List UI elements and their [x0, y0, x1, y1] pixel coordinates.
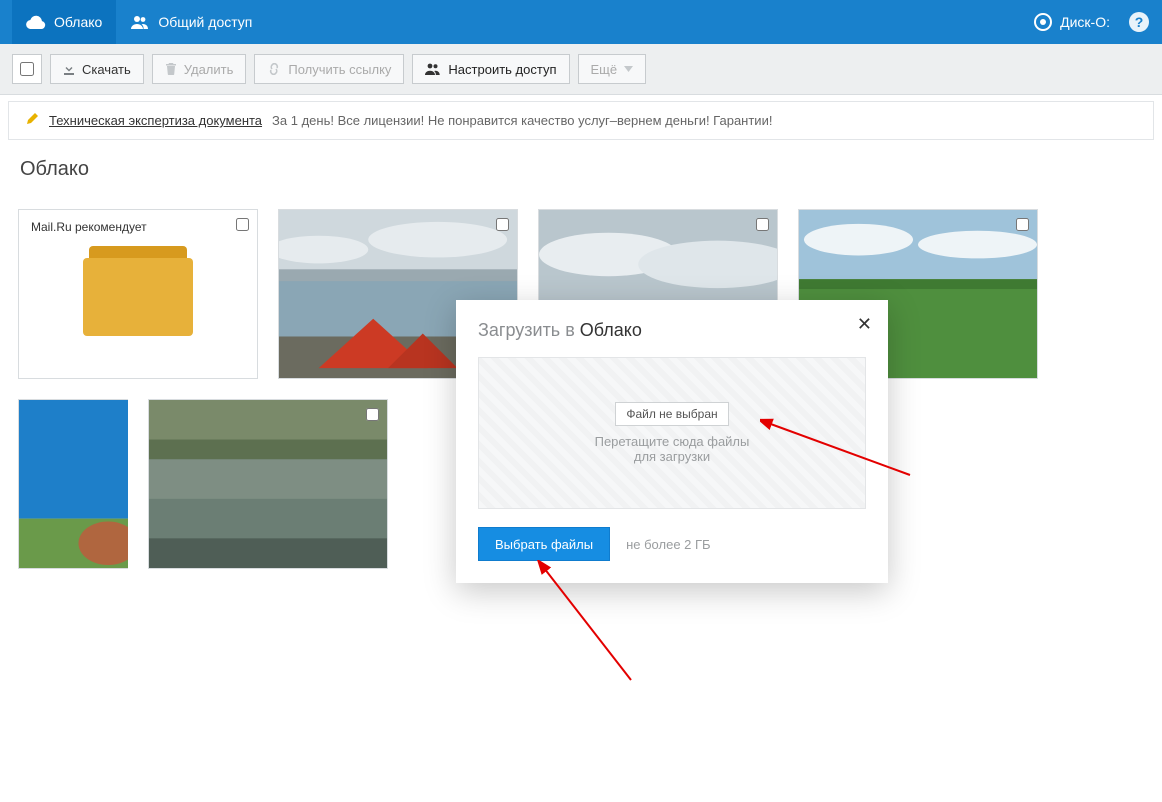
download-label: Скачать	[82, 63, 131, 76]
people-small-icon	[425, 63, 441, 75]
toolbar: Скачать Удалить Получить ссылку Настроит…	[0, 44, 1162, 95]
upload-modal: ✕ Загрузить в Облако Файл не выбран Пере…	[456, 300, 888, 583]
pen-icon	[25, 112, 39, 129]
breadcrumb-title: Облако	[0, 140, 1162, 197]
tile-folder-title: Mail.Ru рекомендует	[31, 220, 245, 234]
promo-banner: Техническая экспертиза документа За 1 де…	[8, 101, 1154, 140]
cloud-icon	[26, 15, 46, 29]
trash-icon	[165, 63, 177, 75]
tile-folder-recommended[interactable]: Mail.Ru рекомендует	[18, 209, 258, 379]
dropzone[interactable]: Файл не выбран Перетащите сюда файлы для…	[478, 357, 866, 509]
tab-shared[interactable]: Общий доступ	[116, 0, 266, 44]
topbar: Облако Общий доступ Диск-О: ?	[0, 0, 1162, 44]
folder-icon	[83, 246, 193, 336]
more-button[interactable]: Ещё	[578, 54, 647, 84]
size-limit-hint: не более 2 ГБ	[626, 537, 710, 552]
thumbnail-image	[149, 400, 387, 568]
modal-title-prefix: Загрузить в	[478, 320, 580, 340]
modal-title: Загрузить в Облако	[478, 320, 866, 341]
people-icon	[130, 15, 150, 29]
tile-photo-5[interactable]	[148, 399, 388, 569]
link-icon	[267, 63, 281, 75]
configure-access-button[interactable]: Настроить доступ	[412, 54, 569, 84]
modal-close-button[interactable]: ✕	[857, 314, 872, 335]
get-link-label: Получить ссылку	[288, 63, 391, 76]
tab-cloud-label: Облако	[54, 14, 102, 30]
tile-checkbox[interactable]	[366, 408, 379, 421]
help-icon[interactable]: ?	[1128, 11, 1150, 33]
dropzone-text: Перетащите сюда файлы для загрузки	[595, 434, 750, 464]
chevron-down-icon	[624, 66, 633, 72]
disk-o-label: Диск-О:	[1060, 14, 1110, 30]
tile-photo-4[interactable]	[18, 399, 128, 569]
tab-shared-label: Общий доступ	[158, 14, 252, 30]
tile-checkbox[interactable]	[496, 218, 509, 231]
tab-cloud[interactable]: Облако	[12, 0, 116, 44]
promo-link[interactable]: Техническая экспертиза документа	[49, 113, 262, 128]
promo-text: За 1 день! Все лицензии! Не понравится к…	[272, 113, 772, 128]
download-button[interactable]: Скачать	[50, 54, 144, 84]
thumbnail-image	[19, 400, 128, 568]
select-all-checkbox[interactable]	[12, 54, 42, 84]
modal-title-target: Облако	[580, 320, 642, 340]
delete-button[interactable]: Удалить	[152, 54, 247, 84]
download-icon	[63, 63, 75, 75]
select-files-button[interactable]: Выбрать файлы	[478, 527, 610, 561]
tile-checkbox[interactable]	[1016, 218, 1029, 231]
more-label: Ещё	[591, 63, 618, 76]
tile-checkbox[interactable]	[756, 218, 769, 231]
disk-o-link[interactable]: Диск-О:	[1028, 13, 1116, 31]
configure-access-label: Настроить доступ	[448, 63, 556, 76]
get-link-button[interactable]: Получить ссылку	[254, 54, 404, 84]
tile-checkbox[interactable]	[236, 218, 249, 231]
svg-text:?: ?	[1135, 14, 1144, 30]
disk-o-icon	[1034, 13, 1052, 31]
delete-label: Удалить	[184, 63, 234, 76]
file-status-badge: Файл не выбран	[615, 402, 728, 426]
